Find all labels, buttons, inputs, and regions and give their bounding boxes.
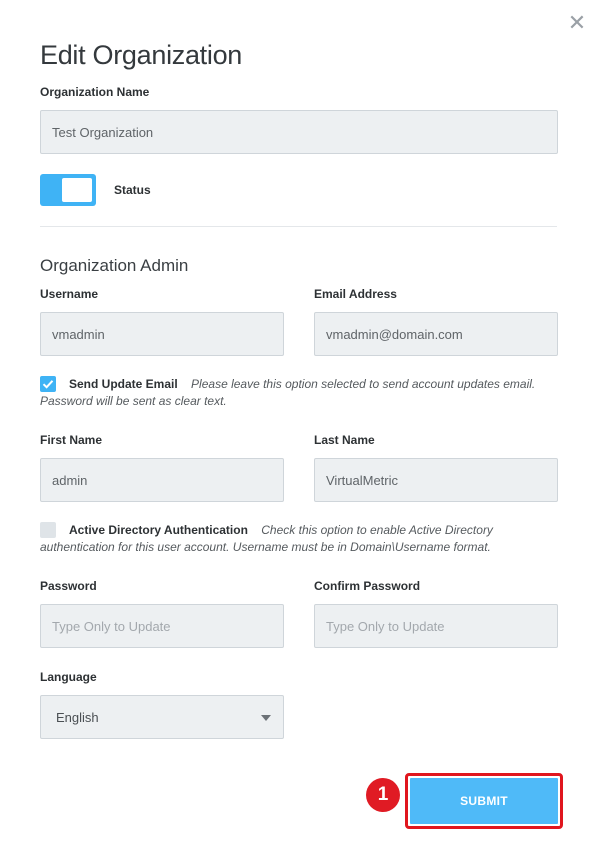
email-label: Email Address bbox=[314, 287, 397, 301]
send-update-email-label: Send Update Email bbox=[69, 377, 178, 391]
language-selected-value: English bbox=[56, 710, 99, 725]
ad-authentication-row: Active Directory Authentication Check th… bbox=[40, 522, 560, 556]
last-name-label: Last Name bbox=[314, 433, 375, 447]
section-divider bbox=[40, 226, 557, 227]
organization-name-input[interactable] bbox=[40, 110, 558, 154]
ad-authentication-label: Active Directory Authentication bbox=[69, 523, 248, 537]
status-toggle[interactable] bbox=[40, 174, 96, 206]
section-title-organization-admin: Organization Admin bbox=[40, 256, 189, 275]
submit-button[interactable]: SUBMIT bbox=[410, 778, 558, 824]
password-label: Password bbox=[40, 579, 97, 593]
username-input[interactable] bbox=[40, 312, 284, 356]
confirm-password-label: Confirm Password bbox=[314, 579, 421, 593]
close-icon[interactable]: ✕ bbox=[566, 12, 588, 34]
last-name-input[interactable] bbox=[314, 458, 558, 502]
status-label: Status bbox=[114, 183, 151, 197]
toggle-knob bbox=[62, 178, 92, 202]
email-input[interactable] bbox=[314, 312, 558, 356]
step-marker-badge: 1 bbox=[366, 778, 400, 812]
first-name-label: First Name bbox=[40, 433, 103, 447]
first-name-input[interactable] bbox=[40, 458, 284, 502]
page-title: Edit Organization bbox=[40, 40, 243, 70]
password-input[interactable] bbox=[40, 604, 284, 648]
language-label: Language bbox=[40, 670, 97, 684]
send-update-email-row: Send Update Email Please leave this opti… bbox=[40, 376, 560, 410]
language-select[interactable]: English bbox=[40, 695, 284, 739]
chevron-down-icon bbox=[261, 715, 271, 721]
organization-name-label: Organization Name bbox=[40, 85, 150, 99]
username-label: Username bbox=[40, 287, 99, 301]
confirm-password-input[interactable] bbox=[314, 604, 558, 648]
